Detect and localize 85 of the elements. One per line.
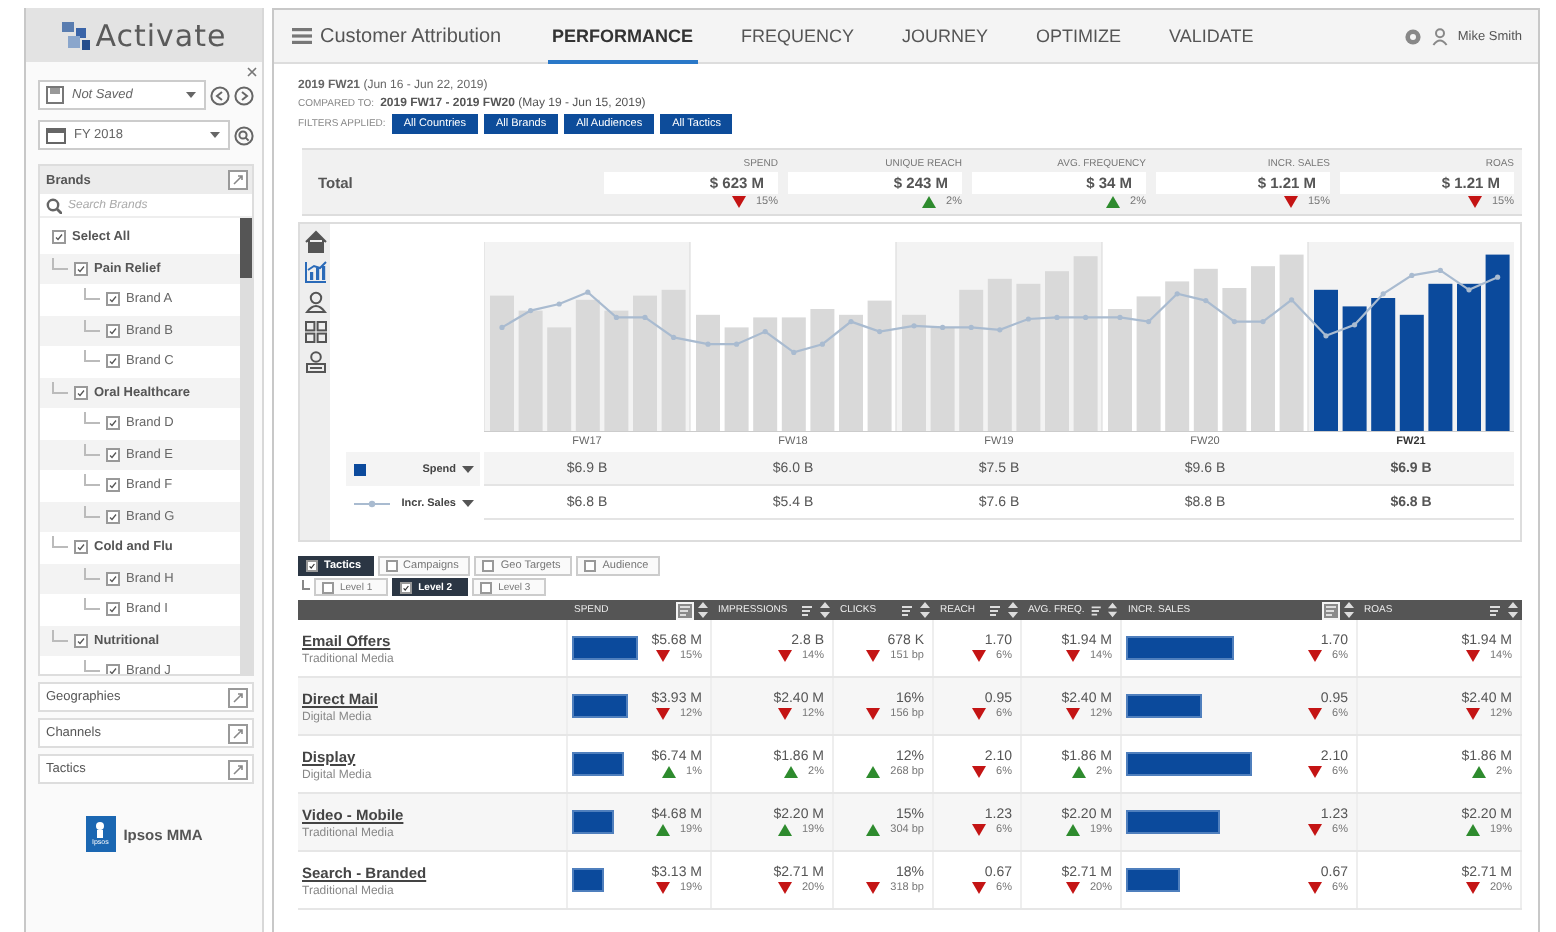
checkbox[interactable]: [106, 447, 120, 462]
caret-icon: [462, 499, 474, 507]
bar: [781, 317, 806, 432]
expand-icon[interactable]: [228, 170, 248, 190]
checkbox[interactable]: [106, 664, 120, 674]
nav-tab[interactable]: OPTIMIZE: [1032, 9, 1126, 63]
logo-text: Activate: [95, 17, 227, 53]
search-icon: [46, 197, 62, 213]
home-icon[interactable]: [303, 230, 327, 254]
bar: [633, 295, 657, 432]
caret-icon: [210, 132, 220, 138]
nav-tab[interactable]: VALIDATE: [1165, 9, 1258, 63]
checkbox[interactable]: [52, 230, 66, 245]
sort-icon[interactable]: [698, 602, 708, 618]
sort-icon[interactable]: [1008, 602, 1018, 618]
bar: [1314, 289, 1338, 432]
close-icon[interactable]: [246, 66, 258, 78]
search-icon[interactable]: [234, 125, 254, 145]
bar: [810, 309, 835, 432]
app-title: Customer Attribution: [320, 25, 502, 47]
save-icon: [46, 86, 64, 104]
bar: [547, 327, 572, 432]
checkmark-icon: [402, 581, 411, 593]
bar: [753, 317, 778, 432]
bar: [1399, 314, 1424, 432]
bar: [1136, 296, 1161, 432]
expand-icon[interactable]: [228, 759, 248, 779]
bar: [1108, 309, 1132, 432]
scrollbar[interactable]: [240, 218, 252, 674]
checkbox[interactable]: [74, 261, 88, 276]
filter-icon[interactable]: [986, 601, 1004, 619]
legend-square-icon: [354, 463, 366, 475]
filter-icon[interactable]: [676, 601, 694, 619]
filter-icon[interactable]: [1486, 601, 1504, 619]
expand-icon[interactable]: [228, 723, 248, 743]
caret-icon: [186, 92, 196, 98]
bar: [839, 314, 863, 432]
checkbox[interactable]: [106, 354, 120, 369]
sort-icon[interactable]: [1108, 602, 1118, 618]
bar: [1222, 288, 1247, 432]
checkbox[interactable]: [106, 416, 120, 431]
nav-tab[interactable]: JOURNEY: [898, 9, 993, 63]
bar: [959, 289, 984, 432]
checkbox[interactable]: [106, 478, 120, 493]
bar: [1371, 298, 1396, 432]
calendar-icon: [46, 126, 66, 144]
checkbox[interactable]: [74, 633, 88, 648]
menu-icon[interactable]: [292, 28, 312, 44]
next-icon[interactable]: [234, 85, 254, 105]
bar: [696, 314, 720, 432]
checkbox[interactable]: [106, 602, 120, 617]
expand-icon[interactable]: [228, 687, 248, 707]
previous-icon[interactable]: [210, 85, 230, 105]
grid-icon[interactable]: [303, 320, 327, 344]
checkbox[interactable]: [106, 571, 120, 586]
sort-icon[interactable]: [1508, 602, 1518, 618]
bar: [604, 310, 629, 432]
figure-icon: [94, 822, 107, 838]
bar: [902, 314, 926, 432]
checkbox[interactable]: [106, 509, 120, 524]
checkmark-icon: [308, 560, 316, 572]
nav-tab[interactable]: PERFORMANCE: [548, 9, 698, 63]
chart-icon[interactable]: [303, 260, 327, 284]
checkbox[interactable]: [74, 385, 88, 400]
filter-icon[interactable]: [1322, 601, 1340, 619]
filter-icon[interactable]: [1088, 601, 1105, 619]
bar: [490, 295, 514, 432]
nav-tab[interactable]: FREQUENCY: [737, 9, 859, 63]
settings-icon[interactable]: [1403, 27, 1422, 45]
checkbox[interactable]: [106, 292, 120, 307]
sort-icon[interactable]: [1344, 602, 1354, 618]
checkbox[interactable]: [74, 540, 88, 555]
user-icon[interactable]: [1431, 27, 1448, 45]
id-badge-icon[interactable]: [303, 350, 327, 374]
person-icon[interactable]: [303, 290, 327, 314]
filter-icon[interactable]: [798, 601, 816, 619]
sort-icon[interactable]: [920, 602, 930, 618]
filter-icon[interactable]: [898, 601, 916, 619]
logo-icon: [61, 21, 90, 49]
bar: [724, 327, 749, 432]
checkbox[interactable]: [106, 323, 120, 338]
caret-icon: [462, 465, 474, 473]
sort-icon[interactable]: [820, 602, 830, 618]
legend-line-icon: [354, 497, 390, 509]
scrollbar-thumb[interactable]: [240, 218, 252, 278]
